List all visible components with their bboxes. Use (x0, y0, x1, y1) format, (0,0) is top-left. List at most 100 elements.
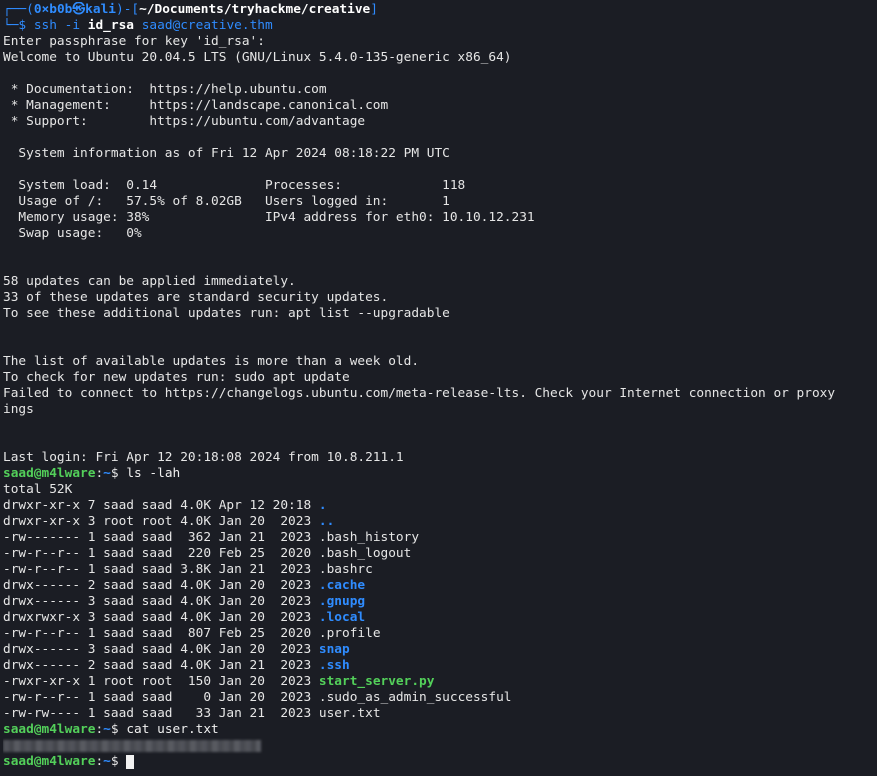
ls-row-name: .cache (318, 578, 366, 593)
output-line: * Management: https://landscape.canonica… (3, 98, 389, 113)
ls-row: -rwxr-xr-x 1 root root 150 Jan 20 2023 s… (3, 674, 874, 690)
prompt-user: 0×b0b (33, 2, 73, 17)
ls-row: drwx------ 3 saad saad 4.0K Jan 20 2023 … (3, 594, 874, 610)
ls-row-meta: drwx------ 3 saad saad 4.0K Jan 20 2023 (3, 594, 319, 609)
ls-row-meta: -rw------- 1 saad saad 362 Jan 21 2023 (3, 530, 319, 545)
ls-row-meta: -rw-r--r-- 1 saad saad 0 Jan 20 2023 (3, 690, 319, 705)
output-line: 33 of these updates are standard securit… (3, 290, 389, 305)
remote-prompt-ls: saad@m4lware:~$ ls -lah (3, 466, 874, 482)
prompt-path-tilde: ~ (103, 466, 111, 481)
output-line: Swap usage: 0% (3, 226, 142, 241)
ls-row-name: .local (318, 610, 366, 625)
output-line: ings (3, 402, 34, 417)
ls-row-name: . (318, 498, 327, 513)
remote-user-host: saad@m4lware (3, 466, 96, 481)
remote-prompt-current[interactable]: saad@m4lware:~$ (3, 754, 874, 770)
output-line: Failed to connect to https://changelogs.… (3, 386, 836, 401)
remote-user-host: saad@m4lware (3, 722, 96, 737)
terminal-window[interactable]: ┌──(0×b0b㉿kali)-[~/Documents/tryhackme/c… (0, 0, 877, 770)
local-prompt-line: ┌──(0×b0b㉿kali)-[~/Documents/tryhackme/c… (3, 2, 874, 18)
output-line: System load: 0.14 Processes: 118 (3, 178, 466, 193)
remote-user-host: saad@m4lware (3, 754, 96, 769)
ls-row-name: user.txt (318, 706, 381, 721)
ssh-output: Enter passphrase for key 'id_rsa': Welcom… (3, 34, 874, 466)
ls-row: -rw------- 1 saad saad 362 Jan 21 2023 .… (3, 530, 874, 546)
ssh-key-arg: id_rsa (87, 18, 134, 33)
ls-row: drwxr-xr-x 7 saad saad 4.0K Apr 12 20:18… (3, 498, 874, 514)
output-line: Last login: Fri Apr 12 20:18:08 2024 fro… (3, 450, 404, 465)
ssh-command-line: └─$ ssh -i id_rsa saad@creative.thm (3, 18, 874, 34)
prompt-close: ] (370, 2, 378, 17)
ls-row: drwx------ 2 saad saad 4.0K Jan 21 2023 … (3, 658, 874, 674)
ls-row-meta: -rw-r--r-- 1 saad saad 807 Feb 25 2020 (3, 626, 319, 641)
output-line: 58 updates can be applied immediately. (3, 274, 296, 289)
prompt-host: kali (85, 2, 116, 17)
ls-row: -rw-rw---- 1 saad saad 33 Jan 21 2023 us… (3, 706, 874, 722)
output-line: Enter passphrase for key 'id_rsa': (3, 34, 265, 49)
ls-row-meta: -rw-rw---- 1 saad saad 33 Jan 21 2023 (3, 706, 319, 721)
ls-row-meta: drwx------ 2 saad saad 4.0K Jan 21 2023 (3, 658, 319, 673)
prompt-path-tilde: ~ (103, 722, 111, 737)
skull-icon: ㉿ (72, 2, 86, 17)
ls-row-name: .gnupg (318, 594, 366, 609)
ls-row-meta: drwxrwxr-x 3 saad saad 4.0K Jan 20 2023 (3, 610, 319, 625)
prompt-colon: : (95, 754, 104, 769)
output-line: * Support: https://ubuntu.com/advantage (3, 114, 366, 129)
prompt-colon: : (95, 466, 104, 481)
ls-row-meta: drwx------ 2 saad saad 4.0K Jan 20 2023 (3, 578, 319, 593)
ls-row-name: .. (318, 514, 335, 529)
prompt-corner-bottom: └─$ (3, 18, 34, 33)
output-line: System information as of Fri 12 Apr 2024… (3, 146, 450, 161)
ls-row-meta: drwxr-xr-x 3 root root 4.0K Jan 20 2023 (3, 514, 319, 529)
text-cursor[interactable] (126, 754, 135, 769)
output-line: Memory usage: 38% IPv4 address for eth0:… (3, 210, 535, 225)
ls-row: drwx------ 2 saad saad 4.0K Jan 20 2023 … (3, 578, 874, 594)
prompt-sep: )-[ (115, 2, 140, 17)
ls-row-name: .ssh (318, 658, 350, 673)
ls-row-name: .bash_history (318, 530, 420, 545)
prompt-colon: : (95, 722, 104, 737)
ls-row-meta: -rwxr-xr-x 1 root root 150 Jan 20 2023 (3, 674, 319, 689)
ls-row-meta: drwxr-xr-x 7 saad saad 4.0K Apr 12 20:18 (3, 498, 319, 513)
ls-row-name: start_server.py (318, 674, 435, 689)
ls-row: -rw-r--r-- 1 saad saad 807 Feb 25 2020 .… (3, 626, 874, 642)
ssh-command-prefix: ssh -i (33, 18, 88, 33)
cat-command: cat user.txt (126, 722, 219, 737)
output-line: To check for new updates run: sudo apt u… (3, 370, 350, 385)
ls-row: -rw-r--r-- 1 saad saad 220 Feb 25 2020 .… (3, 546, 874, 562)
redacted-flag-line (3, 738, 874, 754)
output-line: * Documentation: https://help.ubuntu.com (3, 82, 327, 97)
ls-command: ls -lah (126, 466, 181, 481)
prompt-path-tilde: ~ (103, 754, 111, 769)
ls-row-meta: -rw-r--r-- 1 saad saad 220 Feb 25 2020 (3, 546, 319, 561)
output-line: Welcome to Ubuntu 20.04.5 LTS (GNU/Linux… (3, 50, 512, 65)
ls-row-name: .sudo_as_admin_successful (318, 690, 512, 705)
prompt-dollar: $ (110, 722, 127, 737)
ls-listing: drwxr-xr-x 7 saad saad 4.0K Apr 12 20:18… (3, 498, 874, 722)
ls-row-name: .profile (318, 626, 381, 641)
output-line: Usage of /: 57.5% of 8.02GB Users logged… (3, 194, 450, 209)
ls-row-name: snap (318, 642, 350, 657)
ls-row: -rw-r--r-- 1 saad saad 0 Jan 20 2023 .su… (3, 690, 874, 706)
ls-row-meta: -rw-r--r-- 1 saad saad 3.8K Jan 21 2023 (3, 562, 319, 577)
ls-row-name: .bashrc (318, 562, 373, 577)
prompt-dollar: $ (110, 754, 127, 769)
ls-row: drwxrwxr-x 3 saad saad 4.0K Jan 20 2023 … (3, 610, 874, 626)
ls-row: drwx------ 3 saad saad 4.0K Jan 20 2023 … (3, 642, 874, 658)
prompt-dollar: $ (110, 466, 127, 481)
ls-row: -rw-r--r-- 1 saad saad 3.8K Jan 21 2023 … (3, 562, 874, 578)
ls-row: drwxr-xr-x 3 root root 4.0K Jan 20 2023 … (3, 514, 874, 530)
redacted-flag (3, 739, 261, 752)
output-line: The list of available updates is more th… (3, 354, 420, 369)
output-line: To see these additional updates run: apt… (3, 306, 450, 321)
prompt-path: ~/Documents/tryhackme/creative (139, 2, 371, 17)
